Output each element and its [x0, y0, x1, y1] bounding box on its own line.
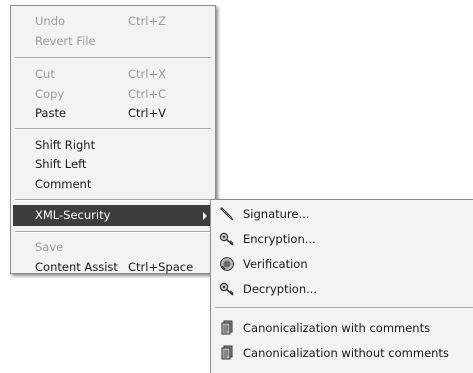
submenu-item-canonicalization-with-comments[interactable]: Canonicalization with comments [213, 316, 473, 340]
menu-item-label: Shift Left [35, 157, 87, 171]
pen-icon [219, 206, 235, 222]
menu-item-copy: Copy Ctrl+C [13, 84, 213, 105]
menu-separator [15, 57, 211, 59]
menu-item-label: Revert File [35, 34, 96, 48]
menu-item-shortcut: Ctrl+C [128, 87, 167, 101]
submenu-item-verification[interactable]: Verification [213, 252, 473, 276]
submenu-item-label: Verification [243, 257, 308, 271]
menu-separator [15, 128, 211, 130]
menu-item-revert-file: Revert File [13, 31, 213, 52]
menu-item-label: Paste [35, 106, 67, 120]
menu-item-shortcut: Ctrl+Space [128, 260, 194, 274]
menu-item-comment[interactable]: Comment [13, 174, 213, 195]
key-unlock-icon [219, 281, 235, 297]
submenu-item-label: Canonicalization without comments [243, 346, 449, 360]
submenu-separator [215, 307, 473, 309]
menu-item-label: Cut [35, 67, 55, 81]
menu-item-shortcut: Ctrl+X [128, 67, 166, 81]
menu-item-label: Undo [35, 14, 66, 28]
document-stack-icon [219, 345, 235, 361]
key-lock-icon [219, 231, 235, 247]
submenu-item-decryption[interactable]: Decryption... [213, 277, 473, 301]
menu-item-label: XML-Security [35, 208, 111, 222]
menu-item-label: Comment [35, 177, 92, 191]
document-stack-icon [219, 320, 235, 336]
menu-item-paste[interactable]: Paste Ctrl+V [13, 103, 213, 124]
menu-item-undo: Undo Ctrl+Z [13, 11, 213, 32]
xml-security-submenu: Signature... Encryption... Verification … [210, 199, 473, 373]
menu-item-xml-security[interactable]: XML-Security [13, 205, 213, 226]
menu-item-save: Save [13, 237, 213, 258]
menu-item-content-assist[interactable]: Content Assist Ctrl+Space [13, 257, 213, 278]
menu-item-shift-right[interactable]: Shift Right [13, 135, 213, 156]
submenu-item-signature[interactable]: Signature... [213, 202, 473, 226]
menu-item-label: Copy [35, 87, 65, 101]
menu-item-cut: Cut Ctrl+X [13, 64, 213, 85]
menu-item-label: Save [35, 240, 64, 254]
submenu-item-label: Encryption... [243, 232, 316, 246]
menu-item-shift-left[interactable]: Shift Left [13, 154, 213, 175]
menu-item-label: Shift Right [35, 138, 96, 152]
menu-separator [15, 199, 211, 201]
submenu-item-canonicalization-without-comments[interactable]: Canonicalization without comments [213, 341, 473, 365]
menu-item-shortcut: Ctrl+V [128, 106, 166, 120]
page: Undo Ctrl+Z Revert File Cut Ctrl+X Copy … [0, 0, 473, 373]
menu-item-label: Content Assist [35, 260, 118, 274]
menu-item-shortcut: Ctrl+Z [128, 14, 166, 28]
submenu-item-encryption[interactable]: Encryption... [213, 227, 473, 251]
submenu-item-label: Signature... [243, 207, 310, 221]
submenu-item-label: Canonicalization with comments [243, 321, 431, 335]
submenu-arrow-icon [203, 212, 207, 220]
context-menu: Undo Ctrl+Z Revert File Cut Ctrl+X Copy … [10, 5, 216, 274]
submenu-item-label: Decryption... [243, 282, 318, 296]
menu-separator [15, 231, 211, 233]
seal-check-icon [219, 256, 235, 272]
